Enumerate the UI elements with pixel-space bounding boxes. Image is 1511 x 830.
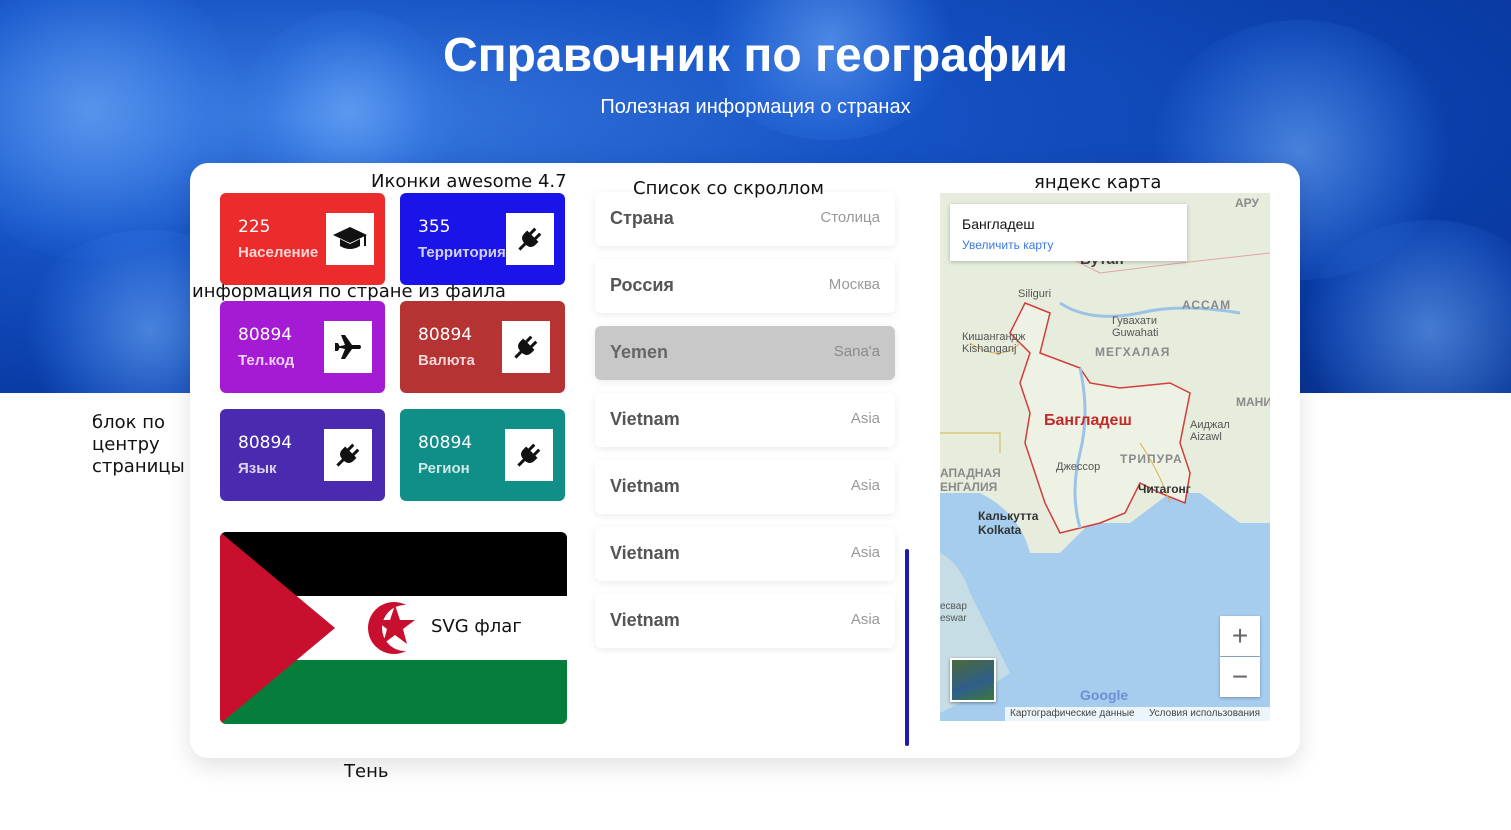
zoom-in-button[interactable]: + [1220,616,1260,656]
list-item[interactable]: Россия Москва [595,259,895,313]
list-item[interactable]: Vietnam Asia [595,393,895,447]
map-label: АРУ [1235,196,1259,210]
tile-label: Валюта [418,352,475,369]
list-item[interactable]: Vietnam Asia [595,460,895,514]
annotation-center-block: блок по центру страницы [92,412,185,477]
map-label: Аиджал Aizawl [1190,419,1230,443]
plug-icon [505,429,553,481]
annotation-info: информация по стране из фаила [192,281,506,302]
annotation-icons: Иконки awesome 4.7 [371,171,567,192]
tile-label: Тел.код [238,352,295,369]
page-title: Справочник по географии [442,29,1069,82]
tile-label: Территория [418,244,506,261]
tile-currency: 80894 Валюта [400,301,565,393]
list-item-capital: Asia [850,544,880,561]
map-attribution: Картографические данные Условия использо… [1005,707,1270,721]
tile-label: Регион [418,460,470,477]
tile-territory: 355 Территория [400,193,565,285]
annotation-shadow: Тень [344,761,389,782]
annotation-list: Список со скроллом [633,178,824,199]
terms-link[interactable]: Условия использования [1149,708,1260,719]
list-item-country: Vietnam [610,610,680,630]
map-label: ТРИПУРА [1120,452,1183,466]
map-label: Калькутта Kolkata [978,509,1039,537]
map-label: АССАМ [1182,298,1232,312]
map-label: Siliguri [1018,288,1052,300]
list-item-country: Vietnam [610,409,680,429]
list-item-capital: Asia [850,477,880,494]
map-data-link[interactable]: Картографические данные [1010,708,1135,719]
list-item-country: Vietnam [610,543,680,563]
list-item[interactable]: Vietnam Asia [595,594,895,648]
plane-icon [324,321,372,373]
tile-phone-code: 80894 Тел.код [220,301,385,393]
map-label: Гувахати Guwahati [1112,315,1159,339]
tile-value: 80894 [418,325,473,345]
satellite-toggle-button[interactable] [950,658,996,702]
tile-region: 80894 Регион [400,409,565,501]
list-item-country: Страна [610,208,674,228]
tile-value: 80894 [418,433,473,453]
list-item-country: Россия [610,275,674,295]
list-item-country: Vietnam [610,476,680,496]
map-widget[interactable]: Бутан АРУ АССАМ МЕГХАЛАЯ ТРИПУРА МАНИ Si… [940,193,1270,721]
tile-label: Население [238,244,319,261]
tile-population: 225 Население [220,193,385,285]
list-item[interactable]: Vietnam Asia [595,527,895,581]
plug-icon [324,429,372,481]
tile-value: 80894 [238,433,293,453]
list-item-country: Yemen [610,342,669,362]
zoom-out-button[interactable]: − [1220,657,1260,697]
tile-value: 80894 [238,325,293,345]
map-label: Бангладеш [1044,412,1132,429]
plug-icon [502,321,550,373]
list-item-capital: Москва [828,276,880,293]
map-label: Кишангандж Kishanganj [962,331,1026,355]
list-item-capital: Asia [850,611,880,628]
annotation-map: яндекс карта [1034,172,1162,193]
list-scrollbar[interactable] [905,549,909,746]
list-item-capital: Столица [820,209,880,226]
plug-icon [506,213,554,265]
graduation-cap-icon [326,213,374,265]
tile-value: 225 [238,217,271,237]
tile-language: 80894 Язык [220,409,385,501]
enlarge-map-link[interactable]: Увеличить карту [962,238,1053,252]
map-info-popup: Бангладеш Увеличить карту [950,204,1187,261]
list-header-row: Страна Столица [595,192,895,246]
tile-label: Язык [238,460,277,477]
map-label: МАНИ [1236,395,1270,409]
map-label: АПАДНАЯ ЕНГАЛИЯ [940,466,1001,494]
flag-caption: SVG флаг [431,616,522,637]
map-label: есвар eswar [940,601,967,624]
page-subtitle: Полезная информация о странах [600,96,911,118]
list-item-capital: Asia [850,410,880,427]
google-logo: Google [1080,687,1129,703]
tile-value: 355 [418,217,451,237]
map-label: МЕГХАЛАЯ [1095,345,1171,359]
map-popup-title: Бангладеш [962,216,1035,232]
map-label: Джессор [1056,461,1101,473]
list-item-selected[interactable]: Yemen Sana'a [595,326,895,380]
map-label: Читагонг [1138,482,1191,496]
list-item-capital: Sana'a [833,343,880,360]
